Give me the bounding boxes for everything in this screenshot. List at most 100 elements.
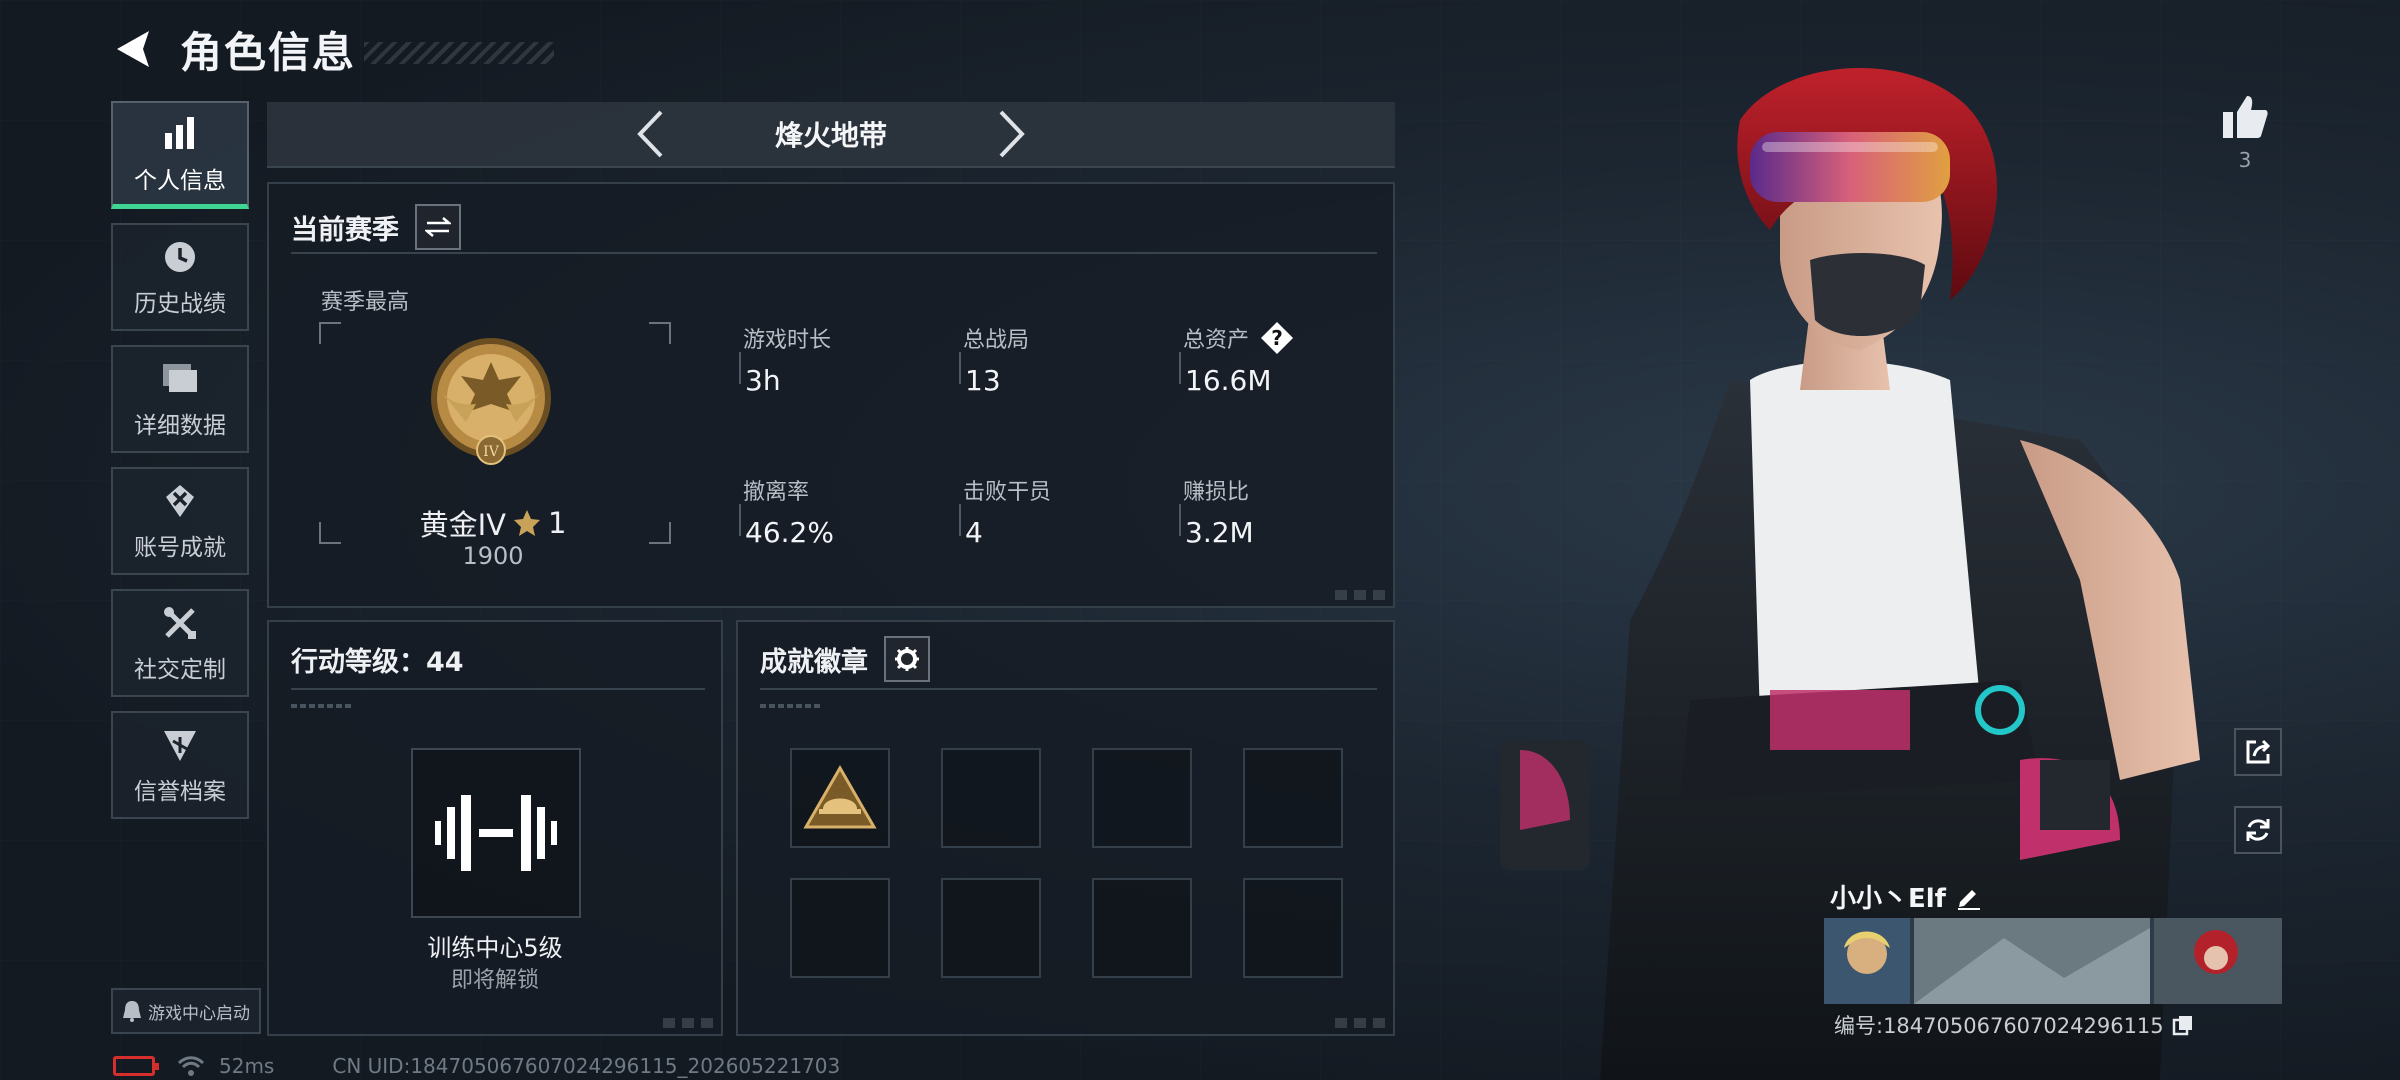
stat-label: 总战局 <box>963 328 1030 353</box>
help-icon[interactable]: ? <box>1261 322 1294 354</box>
status-bar: 52ms CN UID:184705067607024296115_202605… <box>113 1052 840 1080</box>
stat-extraction-rate: 撤离率 46.2% <box>739 474 943 549</box>
sidebar-nav: 个人信息 历史战绩 详细数据 账号成就 社交定制 信誉档案 <box>111 101 249 833</box>
action-level-title: 行动等级：44 <box>291 647 464 678</box>
stat-label-row: 总资产 ? <box>1183 322 1383 354</box>
chevron-right-icon <box>999 110 1025 158</box>
like-button[interactable]: 3 <box>2212 94 2278 172</box>
battery-low-icon <box>113 1056 159 1076</box>
back-arrow-icon <box>117 31 149 67</box>
stat-label: 游戏时长 <box>743 328 832 353</box>
header: 角色信息 <box>108 18 555 80</box>
copy-icon[interactable] <box>2172 1014 2194 1036</box>
gold-rank-badge-icon: IV <box>431 338 551 465</box>
rank-stars: 1 <box>547 506 567 540</box>
share-button[interactable] <box>2234 728 2282 776</box>
sidebar-item-label: 信誉档案 <box>134 779 226 805</box>
sidebar-item-label: 详细数据 <box>134 413 226 439</box>
tools-icon <box>159 602 201 644</box>
chevron-left-icon <box>637 110 663 158</box>
sidebar-item-achievements[interactable]: 账号成就 <box>111 467 249 575</box>
stat-label: 赚损比 <box>1183 480 1250 505</box>
back-button[interactable] <box>108 24 158 74</box>
badge-slot-8[interactable] <box>1243 878 1343 978</box>
banner-image <box>1824 918 2282 1004</box>
rank-name-row: 黄金IV 1 <box>333 502 653 544</box>
stat-profit-loss: 赚损比 3.2M <box>1179 474 1383 549</box>
divider <box>760 688 1377 690</box>
star-icon <box>513 510 540 536</box>
season-title: 当前赛季 <box>291 214 399 246</box>
mode-selector: 烽火地带 <box>267 102 1395 168</box>
facility-status: 即将解锁 <box>450 968 539 993</box>
edit-pencil-icon[interactable] <box>1956 884 1982 910</box>
panel-corner-decoration <box>1335 1018 1387 1028</box>
season-best-label: 赛季最高 <box>321 290 410 315</box>
game-center-launch-button[interactable]: 游戏中心启动 <box>111 988 261 1034</box>
latency-text: 52ms <box>219 1054 275 1078</box>
level-panel-header: 行动等级：44 <box>291 640 464 679</box>
badge-slot-1[interactable] <box>790 748 890 848</box>
badge-slot-7[interactable] <box>1092 878 1192 978</box>
badge-slot-5[interactable] <box>790 878 890 978</box>
share-icon <box>2246 739 2271 764</box>
sidebar-item-label: 账号成就 <box>134 535 226 561</box>
thumbs-up-icon <box>2223 96 2268 138</box>
stat-value: 3h <box>745 364 781 397</box>
action-level-panel: 行动等级：44 训练中心5级 即将解锁 <box>267 620 723 1036</box>
divider <box>291 252 1377 254</box>
sidebar-item-social-custom[interactable]: 社交定制 <box>111 589 249 697</box>
game-center-launch-label: 游戏中心启动 <box>148 1003 250 1024</box>
season-panel: 当前赛季 赛季最高 IV 黄金IV 1 1900 游戏时长 3h 总战局 13 <box>267 182 1395 608</box>
sidebar-item-detailed-data[interactable]: 详细数据 <box>111 345 249 453</box>
rank-numeral: IV <box>483 444 500 460</box>
player-name: 小小丶Elf <box>1830 884 1946 914</box>
refresh-button[interactable] <box>2234 806 2282 854</box>
stat-label: 撤离率 <box>743 480 810 505</box>
facility-name: 训练中心5级 <box>427 934 563 962</box>
player-id-row: 编号:184705067607024296115 <box>1834 1010 2194 1040</box>
title-decoration <box>364 42 555 64</box>
folder-icon <box>159 358 201 400</box>
stat-label: 击败干员 <box>963 480 1052 505</box>
sidebar-item-label: 社交定制 <box>134 657 226 683</box>
badges-panel-header: 成就徽章 <box>760 636 930 682</box>
badge-slot-4[interactable] <box>1243 748 1343 848</box>
like-count: 3 <box>2238 148 2252 172</box>
badge-slot-6[interactable] <box>941 878 1041 978</box>
stat-value: 13 <box>965 364 1001 397</box>
mode-prev-button[interactable] <box>625 104 675 164</box>
stat-operators-defeated: 击败干员 4 <box>959 474 1163 549</box>
stat-value: 16.6M <box>1185 364 1272 397</box>
achievement-icon <box>159 480 201 522</box>
gold-helmet-badge-icon <box>803 765 877 829</box>
game-center-icon <box>123 1001 141 1022</box>
rank-score: 1900 <box>462 542 524 570</box>
stat-value: 4 <box>965 516 983 549</box>
refresh-icon <box>2246 819 2270 841</box>
stat-value: 46.2% <box>745 516 834 549</box>
history-icon <box>159 236 201 278</box>
divider-decoration <box>760 704 820 708</box>
uid-text: CN UID:184705067607024296115_20260522170… <box>332 1054 841 1078</box>
panel-corner-decoration <box>663 1018 715 1028</box>
achievement-badges-panel: 成就徽章 <box>736 620 1395 1036</box>
training-center-tile[interactable] <box>411 748 581 918</box>
stat-label: 总资产 <box>1183 328 1250 353</box>
page-title: 角色信息 <box>180 27 357 77</box>
player-banner[interactable] <box>1824 918 2282 1004</box>
stat-play-time: 游戏时长 3h <box>739 322 943 397</box>
badges-title: 成就徽章 <box>760 646 868 678</box>
badges-settings-button[interactable] <box>884 636 930 682</box>
season-switch-button[interactable] <box>415 204 461 250</box>
mode-next-button[interactable] <box>987 104 1037 164</box>
badge-slot-2[interactable] <box>941 748 1041 848</box>
gear-icon <box>895 647 919 671</box>
stat-total-assets: 总资产 ? 16.6M <box>1179 322 1383 397</box>
sidebar-item-history[interactable]: 历史战绩 <box>111 223 249 331</box>
stat-value: 3.2M <box>1185 516 1254 549</box>
sidebar-item-personal-info[interactable]: 个人信息 <box>111 101 249 209</box>
badge-slot-3[interactable] <box>1092 748 1192 848</box>
season-panel-header: 当前赛季 <box>291 204 461 250</box>
sidebar-item-credibility[interactable]: 信誉档案 <box>111 711 249 819</box>
